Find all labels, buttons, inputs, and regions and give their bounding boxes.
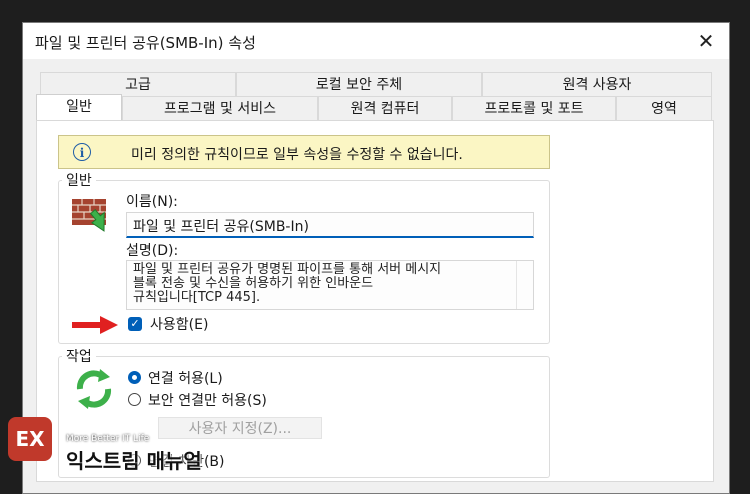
tab-scope[interactable]: 영역 (616, 96, 712, 120)
enabled-label: 사용함(E) (150, 317, 209, 333)
tab-protocols-ports[interactable]: 프로토콜 및 포트 (452, 96, 616, 120)
action-group-label: 작업 (62, 346, 96, 366)
watermark-title: 익스트림 매뉴얼 (66, 449, 202, 473)
description-value: 파일 및 프린터 공유가 명명된 파이프를 통해 서버 메시지 블록 전송 및 … (133, 262, 442, 305)
info-icon: i (73, 143, 91, 161)
allow-secure-label: 보안 연결만 허용(S) (148, 393, 267, 409)
tab-remote-computers[interactable]: 원격 컴퓨터 (318, 96, 452, 120)
allow-sync-icon (76, 369, 112, 409)
allow-connection-radio[interactable] (128, 371, 141, 384)
enabled-checkbox[interactable]: ✓ (128, 317, 142, 331)
description-scrollbar[interactable] (516, 261, 533, 309)
firewall-icon (72, 199, 106, 232)
watermark-tagline: More Better IT Life (66, 434, 150, 444)
tab-advanced[interactable]: 고급 (40, 72, 236, 96)
close-button[interactable]: ✕ (683, 23, 729, 59)
general-group-label: 일반 (62, 170, 96, 190)
tab-remote-users[interactable]: 원격 사용자 (482, 72, 712, 96)
name-label: 이름(N): (126, 194, 178, 210)
watermark-logo: EX (8, 417, 52, 461)
description-label: 설명(D): (126, 243, 179, 259)
allow-connection-label: 연결 허용(L) (148, 371, 223, 387)
tab-programs-services[interactable]: 프로그램 및 서비스 (122, 96, 318, 120)
dialog-title: 파일 및 프린터 공유(SMB-In) 속성 (35, 34, 256, 52)
tab-general[interactable]: 일반 (36, 94, 122, 120)
allow-secure-radio[interactable] (128, 393, 141, 406)
tab-local-principals[interactable]: 로컬 보안 주체 (236, 72, 482, 96)
description-field[interactable]: 파일 및 프린터 공유가 명명된 파이프를 통해 서버 메시지 블록 전송 및 … (126, 260, 534, 310)
info-text: 미리 정의한 규칙이므로 일부 속성을 수정할 수 없습니다. (131, 147, 463, 163)
name-value: 파일 및 프린터 공유(SMB-In) (133, 219, 309, 235)
info-banner: i 미리 정의한 규칙이므로 일부 속성을 수정할 수 없습니다. (58, 135, 550, 169)
name-field[interactable]: 파일 및 프린터 공유(SMB-In) (126, 212, 534, 238)
red-arrow-annotation (72, 316, 118, 334)
title-bar: 파일 및 프린터 공유(SMB-In) 속성 ✕ (23, 23, 729, 59)
customize-button[interactable]: 사용자 지정(Z)... (158, 417, 322, 439)
